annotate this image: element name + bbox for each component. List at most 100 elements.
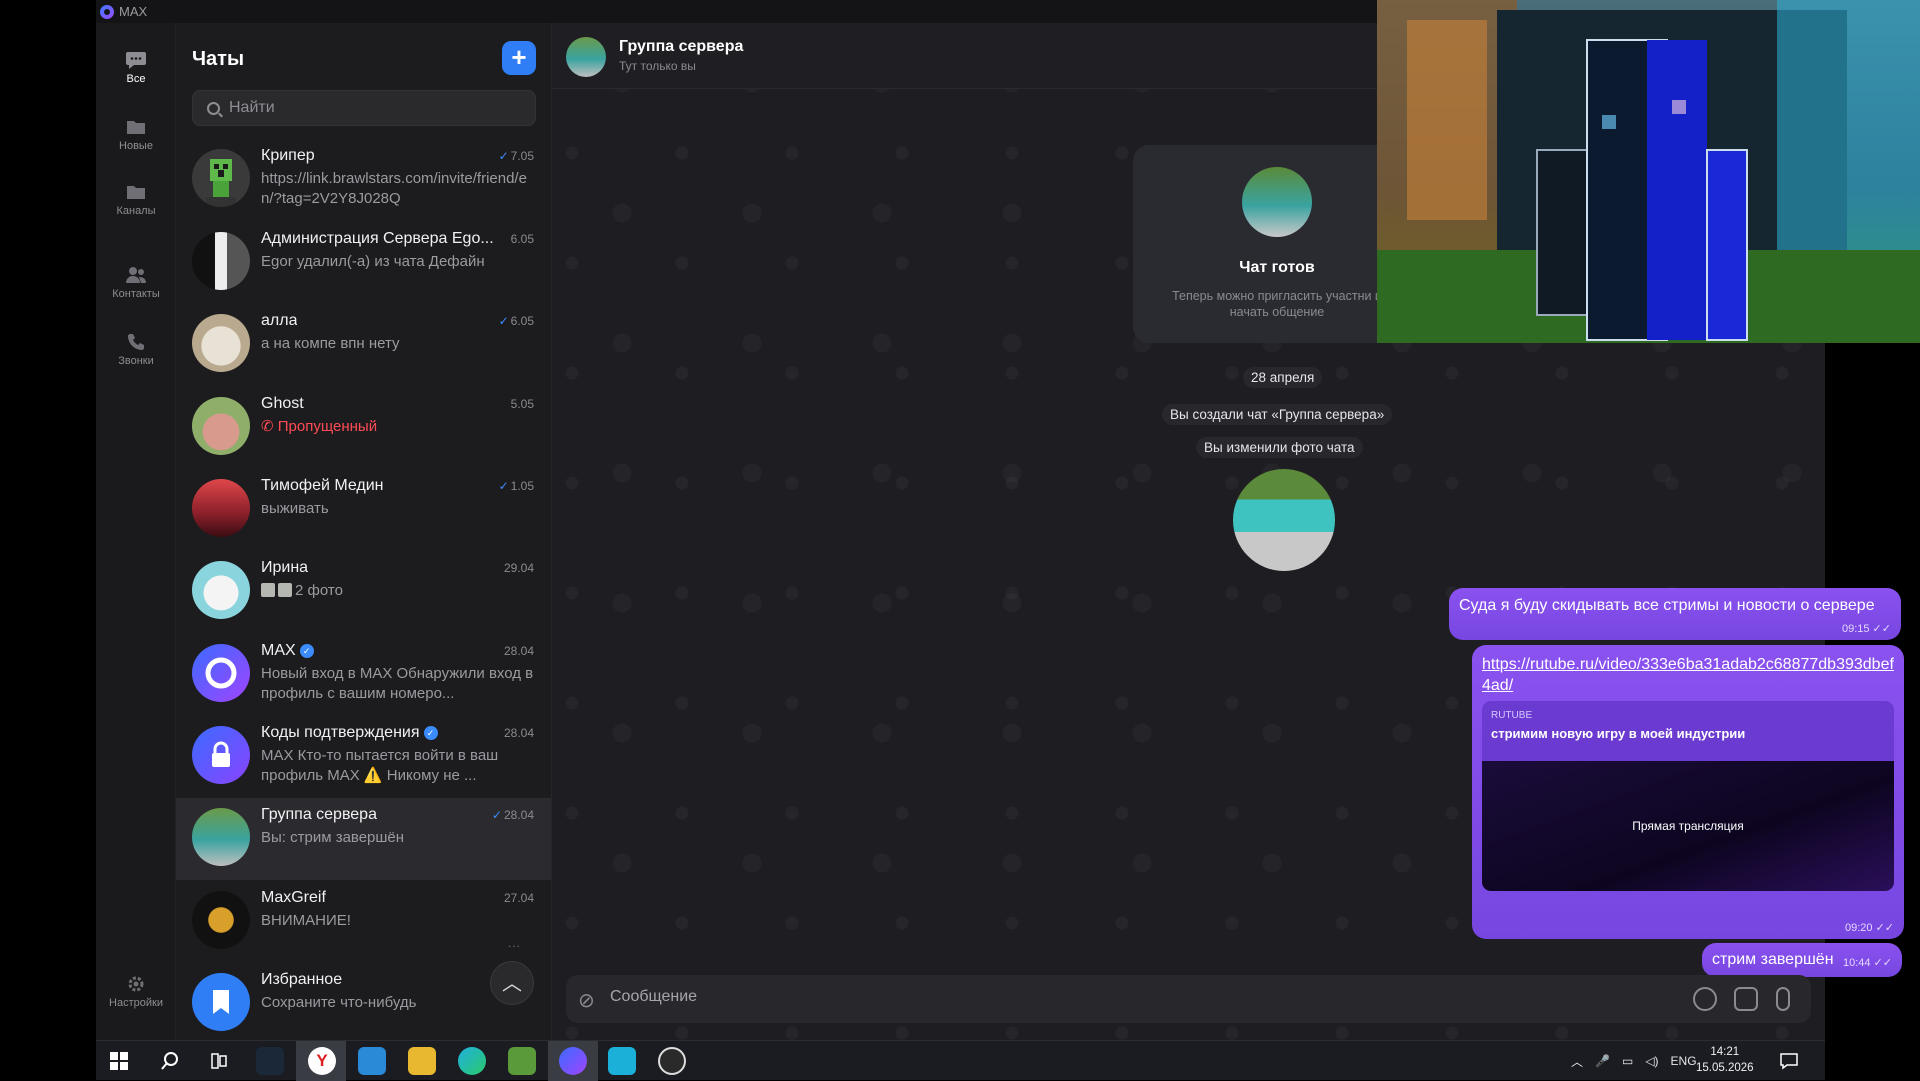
rail-item-channels[interactable]: Каналы: [96, 183, 176, 217]
search-icon: [207, 101, 220, 115]
new-chat-button[interactable]: +: [502, 41, 536, 75]
link-preview[interactable]: RUTUBE стримим новую игру в моей индустр…: [1482, 701, 1894, 891]
video-overlay[interactable]: [1377, 0, 1920, 343]
chat-time-text: 7.05: [510, 149, 534, 163]
windows-start-icon[interactable]: [110, 1052, 128, 1070]
chat-photo[interactable]: [1233, 469, 1335, 571]
message-time: 10:44 ✓✓: [1842, 957, 1892, 969]
minecraft-launcher-icon[interactable]: [508, 1047, 536, 1075]
max-app-icon[interactable]: [559, 1047, 587, 1075]
chat-item-irina[interactable]: Ирина 29.04 2 фото: [176, 551, 551, 633]
chat-preview: ✆ Пропущенный: [261, 417, 536, 437]
read-check-icon: ✓: [491, 808, 502, 822]
message-bubble-link[interactable]: https://rutube.ru/video/333e6ba31adab2c6…: [1472, 645, 1904, 939]
preview-image: Прямая трансляция: [1482, 761, 1894, 891]
read-check-icon: ✓: [498, 479, 509, 493]
chat-time: ✓ 7.05: [499, 149, 534, 163]
chat-item-kriper[interactable]: Крипер ✓ 7.05 https://link.brawlstars.com…: [176, 139, 551, 221]
avatar: [192, 808, 250, 866]
volume-icon[interactable]: ◁): [1645, 1054, 1658, 1068]
contacts-icon: [126, 267, 146, 283]
chat-time-text: 27.04: [503, 891, 534, 905]
avatar: [192, 314, 250, 372]
chat-name: Ghost: [261, 395, 304, 412]
avatar: [192, 561, 250, 619]
language-indicator[interactable]: ENG: [1671, 1054, 1697, 1068]
chat-time-text: 28.04: [503, 726, 534, 740]
chat-name: Группа сервера: [261, 806, 377, 823]
avatar: [192, 973, 250, 1031]
message-time-text: 09:15: [1841, 623, 1870, 635]
vpn-icon[interactable]: [608, 1047, 636, 1075]
chat-item-ghost[interactable]: Ghost 5.05 ✆ Пропущенный: [176, 387, 551, 469]
message-bubble[interactable]: стрим завершён 10:44 ✓✓: [1702, 943, 1902, 977]
scroll-up-button[interactable]: ︿: [490, 961, 534, 1005]
obs-icon[interactable]: [658, 1047, 686, 1075]
chat-name-text: Коды подтверждения: [261, 724, 420, 741]
taskbar: Y ︿ 🎤 ▭ ◁) ENG 14:21 15.05.2026: [96, 1040, 1825, 1081]
chat-item-alla[interactable]: алла ✓ 6.05 а на компе впн нету: [176, 304, 551, 386]
message-bubble[interactable]: Суда я буду скидывать все стримы и новос…: [1449, 588, 1901, 640]
sticker-icon[interactable]: [1693, 987, 1717, 1011]
steam-icon[interactable]: [256, 1047, 284, 1075]
notifications-icon[interactable]: [1780, 1052, 1798, 1070]
chat-preview: 2 фото: [261, 581, 536, 601]
rail-item-contacts[interactable]: Контакты: [96, 266, 176, 300]
rail-label: Каналы: [116, 205, 156, 217]
rail-item-new[interactable]: Новые: [96, 118, 176, 152]
microphone-tray-icon[interactable]: 🎤: [1595, 1054, 1610, 1068]
conversation-title: Группа сервера: [619, 38, 744, 55]
system-message: Вы изменили фото чата: [1196, 437, 1363, 458]
search-icon[interactable]: [160, 1051, 180, 1071]
verified-badge-icon: ✓: [299, 644, 314, 658]
missed-call-icon: ✆: [261, 418, 278, 435]
avatar: [192, 726, 250, 784]
attach-icon[interactable]: ⊘: [578, 988, 598, 1012]
chat-item-server-group[interactable]: Группа сервера ✓ 28.04 Вы: стрим завершён: [176, 798, 551, 880]
search-input[interactable]: [229, 99, 509, 117]
more-indicator: ...: [508, 936, 522, 950]
chat-name: Крипер: [261, 147, 315, 164]
message-time: 09:20 ✓✓: [1844, 922, 1894, 934]
chat-name: MaxGreif: [261, 889, 326, 906]
task-view-icon[interactable]: [210, 1052, 228, 1070]
file-explorer-icon[interactable]: [408, 1047, 436, 1075]
rail-label: Контакты: [112, 288, 160, 300]
clock-time: 14:21: [1710, 1046, 1740, 1058]
microphone-icon[interactable]: [1776, 987, 1790, 1011]
chat-item-admin[interactable]: Администрация Сервера Ego... 6.05 Egor у…: [176, 222, 551, 304]
conversation-subtitle: Тут только вы: [619, 59, 696, 73]
clock[interactable]: 14:21 15.05.2026: [1696, 1044, 1754, 1076]
chat-name: алла: [261, 312, 298, 329]
avatar: [192, 479, 250, 537]
message-input[interactable]: [610, 988, 1610, 1006]
edge-browser-icon[interactable]: [458, 1047, 486, 1075]
network-icon[interactable]: ▭: [1622, 1054, 1633, 1068]
tray-expand-icon[interactable]: ︿: [1571, 1053, 1583, 1070]
app-icon[interactable]: [358, 1047, 386, 1075]
message-text: стрим завершён: [1712, 951, 1834, 968]
avatar: [192, 397, 250, 455]
avatar: [192, 149, 250, 207]
chat-preview-text: 2 фото: [295, 582, 343, 599]
message-time-text: 09:20: [1844, 922, 1873, 934]
camera-icon[interactable]: [1734, 987, 1758, 1011]
chat-time: ✓ 6.05: [499, 314, 534, 328]
yandex-browser-icon[interactable]: Y: [308, 1047, 336, 1075]
chat-name: Тимофей Медин: [261, 477, 384, 494]
photo-thumb-icon: [278, 583, 292, 597]
chat-item-codes[interactable]: Коды подтверждения ✓ 28.04 MAX Кто-то пыт…: [176, 716, 551, 798]
message-link[interactable]: https://rutube.ru/video/333e6ba31adab2c6…: [1482, 656, 1894, 694]
chat-item-timofey[interactable]: Тимофей Медин ✓ 1.05 выживать: [176, 469, 551, 551]
chat-item-max[interactable]: MAX ✓ 28.04 Новый вход в MAX Обнаружили в…: [176, 634, 551, 716]
rail-item-settings[interactable]: Настройки: [96, 975, 176, 1009]
avatar: [192, 891, 250, 949]
chat-bubble-icon: [126, 52, 146, 69]
rail-item-all[interactable]: Все: [96, 51, 176, 85]
chat-preview: а на компе впн нету: [261, 335, 400, 352]
chat-time: ✓ 28.04: [492, 808, 534, 822]
rail-item-calls[interactable]: Звонки: [96, 333, 176, 367]
chat-item-maxgreif[interactable]: MaxGreif 27.04 ВНИМАНИЕ!: [176, 881, 551, 963]
read-check-icon: ✓: [498, 314, 509, 328]
rail-label: Новые: [119, 140, 153, 152]
